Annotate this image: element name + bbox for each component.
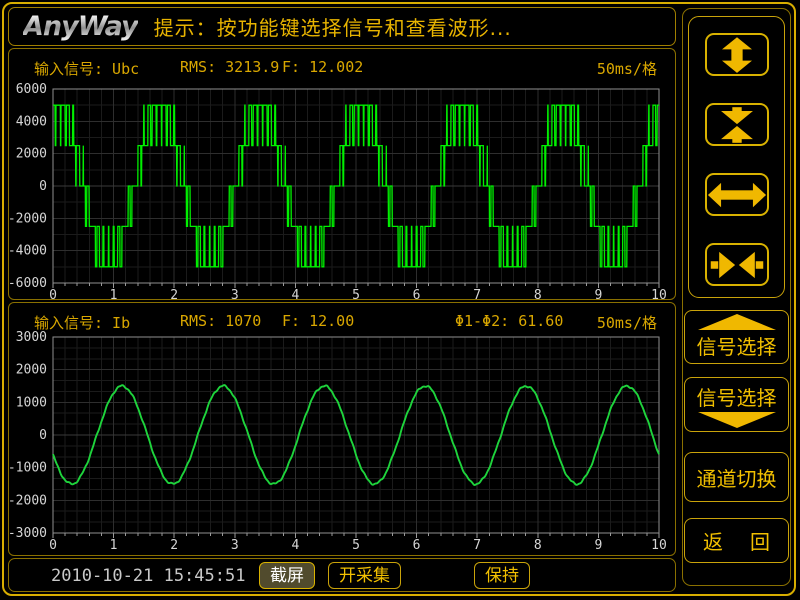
svg-text:10: 10	[651, 288, 667, 299]
svg-text:9: 9	[594, 538, 602, 553]
svg-text:4: 4	[291, 538, 299, 553]
svg-text:-6000: -6000	[9, 276, 47, 291]
hold-button[interactable]: 保持	[474, 562, 530, 589]
svg-text:0: 0	[49, 538, 57, 553]
svg-text:3: 3	[231, 288, 239, 299]
expand-horizontal-button[interactable]	[705, 173, 769, 216]
svg-text:6: 6	[413, 288, 421, 299]
channel-switch-button[interactable]: 通道切换	[684, 452, 789, 502]
power-analyzer-screen: AnyWay 提示：按功能键选择信号和查看波形... 输入信号: Ubc RMS…	[0, 0, 800, 600]
triangle-up-icon	[695, 314, 779, 330]
svg-text:-2000: -2000	[9, 211, 47, 226]
current-waveform-chart: 3000200010000-1000-2000-3000012345678910	[9, 303, 675, 555]
screenshot-button[interactable]: 截屏	[259, 562, 315, 589]
expand-vertical-button[interactable]	[705, 33, 769, 76]
svg-text:6000: 6000	[16, 82, 47, 97]
svg-text:3: 3	[231, 538, 239, 553]
svg-text:3000: 3000	[16, 330, 47, 345]
triangle-down-icon	[695, 412, 779, 428]
svg-text:0: 0	[39, 179, 47, 194]
datetime-display: 2010-10-21 15:45:51	[51, 566, 245, 586]
svg-text:2000: 2000	[16, 363, 47, 378]
zoom-button-group	[688, 16, 785, 298]
svg-text:2000: 2000	[16, 147, 47, 162]
svg-text:7: 7	[473, 288, 481, 299]
status-bar: 2010-10-21 15:45:51 截屏 开采集 保持	[8, 558, 676, 592]
voltage-waveform-panel: 输入信号: Ubc RMS: 3213.9 F: 12.002 50ms/格 6…	[8, 48, 676, 300]
anyway-logo: AnyWay	[23, 11, 138, 42]
svg-text:6: 6	[413, 538, 421, 553]
compress-vertical-icon	[707, 106, 767, 144]
current-waveform-panel: 输入信号: Ib RMS: 1070 F: 12.00 Φ1-Φ2: 61.60…	[8, 302, 676, 556]
svg-text:2: 2	[170, 288, 178, 299]
expand-vertical-icon	[707, 36, 767, 74]
svg-text:4: 4	[291, 288, 299, 299]
signal-select-down-button[interactable]: 信号选择	[684, 377, 789, 432]
start-capture-button[interactable]: 开采集	[328, 562, 401, 589]
back-label-left: 返	[703, 526, 723, 555]
svg-text:1: 1	[110, 288, 118, 299]
channel-switch-label: 通道切换	[697, 463, 777, 492]
svg-text:-3000: -3000	[9, 526, 47, 541]
svg-text:8: 8	[534, 288, 542, 299]
svg-text:0: 0	[49, 288, 57, 299]
back-label-right: 回	[750, 526, 770, 555]
svg-text:0: 0	[39, 428, 47, 443]
signal-select-up-button[interactable]: 信号选择	[684, 310, 789, 364]
svg-text:-1000: -1000	[9, 461, 47, 476]
expand-horizontal-icon	[707, 176, 767, 214]
header-bar: AnyWay 提示：按功能键选择信号和查看波形...	[8, 7, 676, 46]
svg-text:4000: 4000	[16, 114, 47, 129]
sidebar: 信号选择 信号选择 通道切换 返 回	[682, 8, 794, 592]
compress-vertical-button[interactable]	[705, 103, 769, 146]
svg-text:5: 5	[352, 538, 360, 553]
signal-select-down-label: 信号选择	[697, 382, 777, 411]
svg-text:10: 10	[651, 538, 667, 553]
compress-horizontal-icon	[707, 246, 767, 284]
back-button[interactable]: 返 回	[684, 518, 789, 563]
svg-text:2: 2	[170, 538, 178, 553]
svg-text:5: 5	[352, 288, 360, 299]
svg-text:-4000: -4000	[9, 244, 47, 259]
compress-horizontal-button[interactable]	[705, 243, 769, 286]
svg-text:7: 7	[473, 538, 481, 553]
svg-text:8: 8	[534, 538, 542, 553]
voltage-waveform-chart: 6000400020000-2000-4000-6000012345678910	[9, 49, 675, 299]
svg-text:1: 1	[110, 538, 118, 553]
header-tip-text: 提示：按功能键选择信号和查看波形...	[154, 12, 512, 41]
svg-text:-2000: -2000	[9, 493, 47, 508]
svg-text:1000: 1000	[16, 395, 47, 410]
svg-text:9: 9	[594, 288, 602, 299]
signal-select-up-label: 信号选择	[697, 331, 777, 360]
